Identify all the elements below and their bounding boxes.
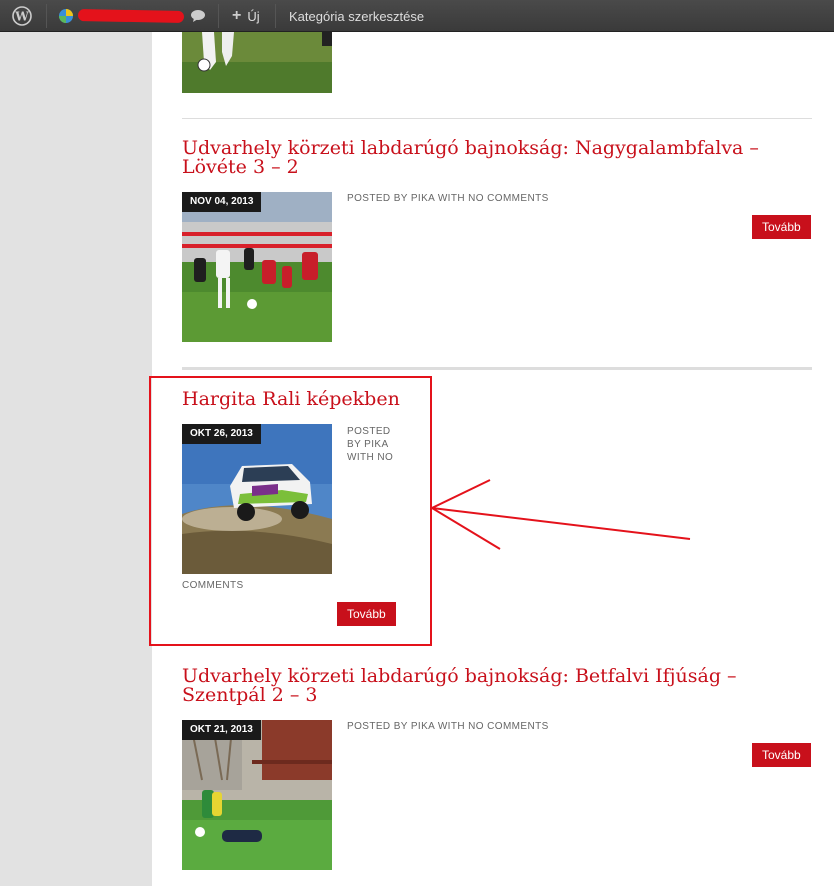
- adminbar-separator: [218, 4, 219, 28]
- post-title-link[interactable]: Udvarhely körzeti labdarúgó bajnokság: N…: [182, 139, 759, 177]
- post-thumbnail[interactable]: NOV 04, 2013: [182, 192, 332, 342]
- comment-bubble-icon[interactable]: [188, 0, 208, 32]
- post-date-badge: NOV 04, 2013: [182, 192, 262, 212]
- redaction-mark: [77, 9, 185, 23]
- post-title-line: Lövéte 3 – 2: [182, 156, 299, 178]
- wordpress-logo-icon[interactable]: W: [8, 0, 36, 32]
- post-title-link[interactable]: Udvarhely körzeti labdarúgó bajnokság: B…: [182, 667, 737, 705]
- previous-post-thumbnail[interactable]: [182, 32, 332, 93]
- left-sidebar: [0, 32, 152, 886]
- post-title-line: Szentpál 2 – 3: [182, 684, 318, 706]
- plus-icon: +: [232, 7, 242, 24]
- post-meta: POSTED BY PIKA WITH NO COMMENTS: [347, 721, 549, 732]
- edit-category-link[interactable]: Kategória szerkesztése: [289, 0, 424, 32]
- post-thumbnail[interactable]: OKT 21, 2013: [182, 720, 332, 870]
- post-divider: [182, 367, 812, 370]
- post-divider: [182, 118, 812, 119]
- annotation-arrow-icon: [429, 479, 691, 550]
- site-globe-icon[interactable]: [58, 0, 78, 32]
- new-content-button[interactable]: + Új: [232, 0, 260, 32]
- post-date-badge: OKT 21, 2013: [182, 720, 261, 740]
- adminbar-separator: [46, 4, 47, 28]
- svg-text:W: W: [14, 10, 29, 24]
- admin-bar: W + Új Kategória szerkesztése: [0, 0, 834, 32]
- new-label: Új: [247, 8, 260, 24]
- post-meta: POSTED BY PIKA WITH NO COMMENTS: [347, 193, 549, 204]
- read-more-button[interactable]: Tovább: [752, 743, 811, 767]
- read-more-button[interactable]: Tovább: [752, 215, 811, 239]
- adminbar-separator: [275, 4, 276, 28]
- annotation-highlight-box: [149, 376, 432, 646]
